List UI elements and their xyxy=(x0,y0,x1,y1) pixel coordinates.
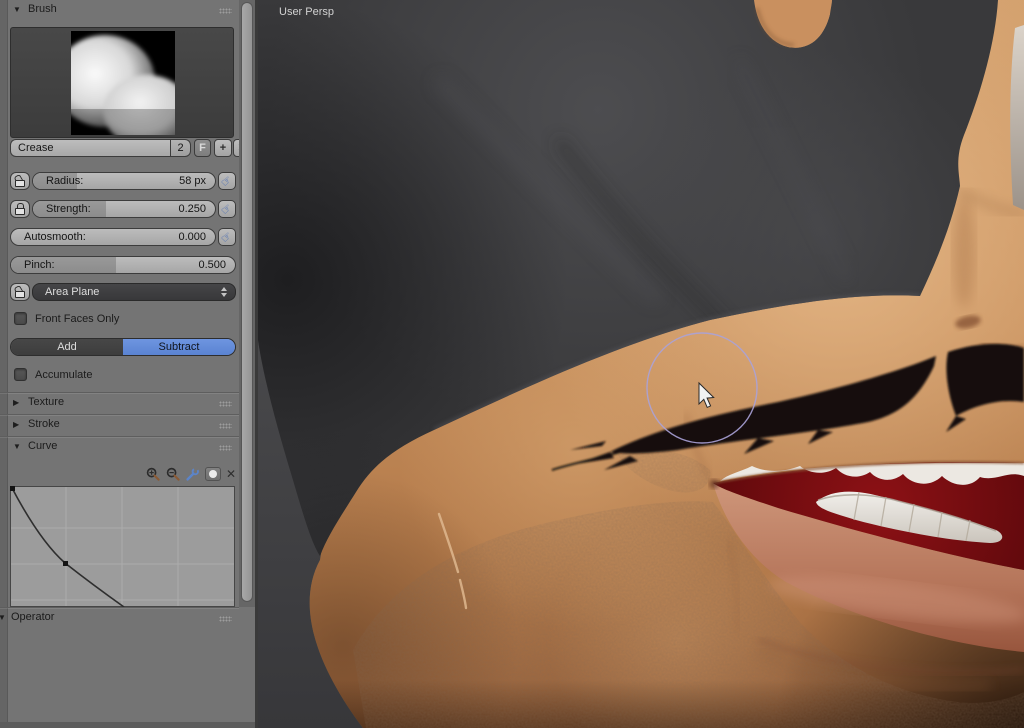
lock-icon xyxy=(15,203,26,215)
slider-label: Strength: xyxy=(46,202,91,217)
curve-toolbar: ✕ xyxy=(146,466,236,482)
operator-panel-body xyxy=(0,628,239,722)
slider-value: 0.250 xyxy=(178,202,206,217)
radius-slider[interactable]: Radius: 58 px xyxy=(32,172,216,190)
dropdown-arrows-icon xyxy=(221,287,227,297)
strength-row: Strength: 0.250 ☞ xyxy=(10,200,236,218)
3d-viewport[interactable]: User Persp xyxy=(258,0,1024,728)
brush-name-field[interactable]: Crease xyxy=(10,139,170,157)
slider-value: 0.500 xyxy=(198,258,226,273)
pressure-hand-icon: ☞ xyxy=(218,172,235,190)
plus-icon: + xyxy=(220,142,226,154)
unlock-icon xyxy=(15,286,26,298)
checkbox[interactable] xyxy=(14,312,27,325)
wrench-icon[interactable] xyxy=(185,467,200,482)
slider-label: Pinch: xyxy=(24,258,55,273)
curve-clipping-button[interactable] xyxy=(205,467,221,481)
panel-title: Operator xyxy=(11,611,54,623)
blender-window: ▼ Brush xyxy=(0,0,1024,728)
panel-grip-icon[interactable] xyxy=(219,8,232,14)
autosmooth-pressure-toggle[interactable]: ☞ xyxy=(218,228,236,246)
panel-header-stroke[interactable]: ▶ Stroke xyxy=(0,414,239,435)
zoom-in-icon[interactable] xyxy=(146,467,161,482)
unified-radius-toggle[interactable] xyxy=(10,172,30,190)
collapse-triangle-icon: ▼ xyxy=(0,613,6,622)
delete-curve-icon[interactable]: ✕ xyxy=(226,467,236,481)
autosmooth-row: Autosmooth: 0.000 ☞ xyxy=(10,228,236,246)
checkbox-label: Front Faces Only xyxy=(35,312,119,326)
panel-title: Stroke xyxy=(28,418,60,430)
mouth-corner xyxy=(709,479,719,489)
zoom-out-icon[interactable] xyxy=(166,467,181,482)
pinch-row: Pinch: 0.500 xyxy=(10,256,236,274)
panel-header-texture[interactable]: ▶ Texture xyxy=(0,392,239,413)
panel-grip-icon[interactable] xyxy=(219,616,232,622)
view-name-label: User Persp xyxy=(279,6,334,18)
unified-plane-toggle[interactable] xyxy=(10,283,30,301)
collapse-triangle-icon: ▼ xyxy=(13,5,21,14)
collapse-triangle-icon: ▶ xyxy=(13,398,19,407)
brush-preview-box xyxy=(10,27,234,138)
checkbox[interactable] xyxy=(14,368,27,381)
panel-grip-icon[interactable] xyxy=(219,445,232,451)
slider-value: 58 px xyxy=(179,174,206,189)
sculpt-plane-dropdown[interactable]: Area Plane xyxy=(32,283,236,301)
add-brush-button[interactable]: + xyxy=(214,139,232,157)
tool-shelf: ▼ Brush xyxy=(0,0,258,728)
pressure-hand-icon: ☞ xyxy=(218,200,235,218)
radius-pressure-toggle[interactable]: ☞ xyxy=(218,172,236,190)
pressure-hand-icon: ☞ xyxy=(218,228,235,246)
brush-preview-image[interactable] xyxy=(71,31,175,135)
panel-header-operator[interactable]: ▼ Operator xyxy=(0,607,239,628)
subtract-button[interactable]: Subtract xyxy=(123,339,235,355)
brush-name-row: Crease 2 F + ✕ xyxy=(10,139,236,157)
panel-grip-icon[interactable] xyxy=(219,401,232,407)
checkbox-label: Accumulate xyxy=(35,368,92,382)
panel-grip-icon[interactable] xyxy=(219,423,232,429)
autosmooth-slider[interactable]: Autosmooth: 0.000 xyxy=(10,228,216,246)
tool-shelf-scrollbar xyxy=(239,0,255,607)
radius-row: Radius: 58 px ☞ xyxy=(10,172,236,190)
direction-toggle: Add Subtract xyxy=(10,338,236,356)
add-button[interactable]: Add xyxy=(11,339,123,355)
collapse-triangle-icon: ▶ xyxy=(13,420,19,429)
tool-shelf-bottom-edge xyxy=(0,722,255,728)
unlock-icon xyxy=(15,175,26,187)
curve-point[interactable] xyxy=(10,486,15,491)
circle-icon xyxy=(209,470,217,478)
3d-viewport-canvas[interactable] xyxy=(258,0,1024,728)
panel-header-curve[interactable]: ▼ Curve xyxy=(0,436,239,457)
slider-label: Autosmooth: xyxy=(24,230,86,245)
collapse-triangle-icon: ▼ xyxy=(13,442,21,451)
fake-user-button[interactable]: F xyxy=(194,139,211,157)
falloff-curve-editor[interactable] xyxy=(10,486,235,607)
sculpt-plane-row: Area Plane xyxy=(10,283,236,301)
strength-slider[interactable]: Strength: 0.250 xyxy=(32,200,216,218)
slider-value: 0.000 xyxy=(178,230,206,245)
brush-users-count[interactable]: 2 xyxy=(170,139,191,157)
panel-title: Curve xyxy=(28,440,57,452)
dropdown-value: Area Plane xyxy=(45,286,99,298)
strength-pressure-toggle[interactable]: ☞ xyxy=(218,200,236,218)
panel-title: Brush xyxy=(28,3,57,15)
curve-point[interactable] xyxy=(63,561,68,566)
unified-strength-toggle[interactable] xyxy=(10,200,30,218)
scrollbar-thumb[interactable] xyxy=(241,2,253,602)
panel-title: Texture xyxy=(28,396,64,408)
panel-header-brush[interactable]: ▼ Brush xyxy=(0,0,239,20)
pinch-slider[interactable]: Pinch: 0.500 xyxy=(10,256,236,274)
slider-label: Radius: xyxy=(46,174,83,189)
